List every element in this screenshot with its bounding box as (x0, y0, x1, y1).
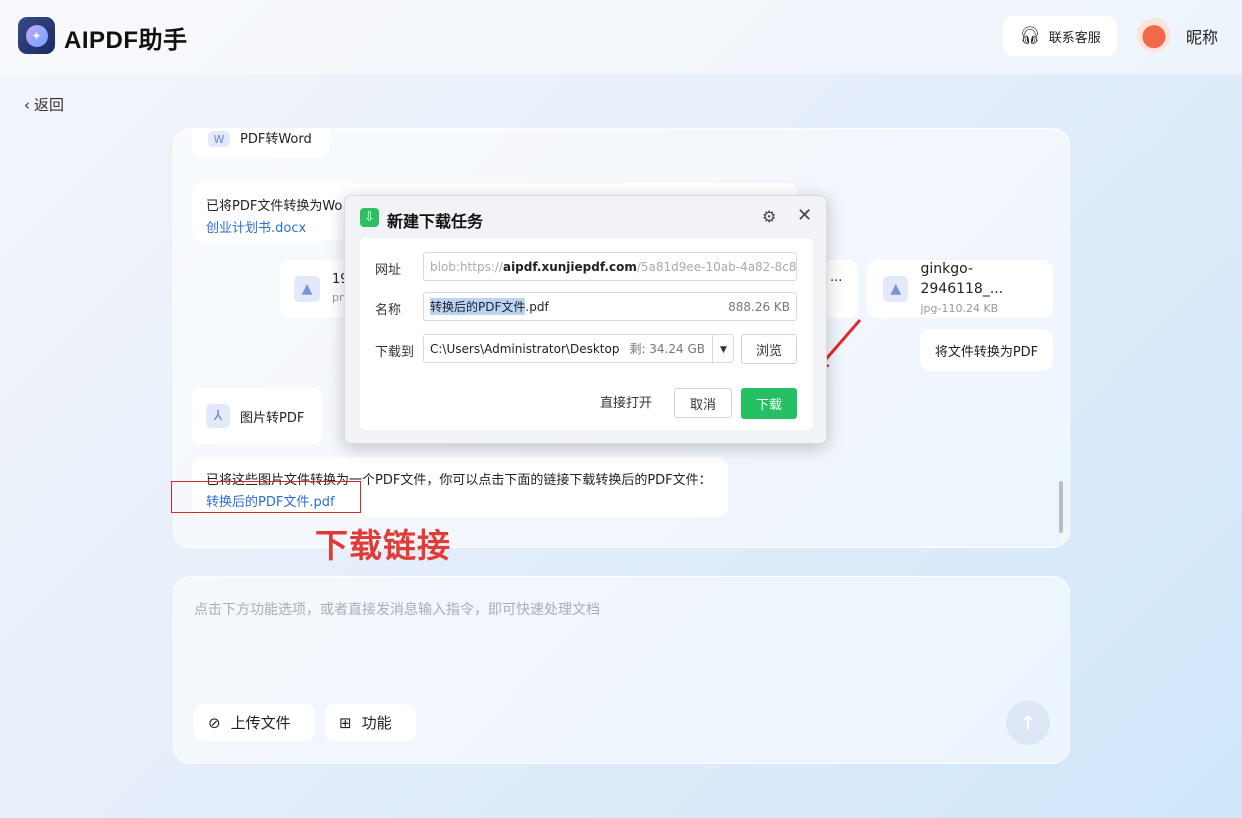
url-field[interactable]: blob:https://aipdf.xunjiepdf.com/5a81d9e… (423, 252, 797, 281)
save-path: C:\Users\Administrator\Desktop (430, 341, 620, 356)
grid-icon: ⊞ (339, 713, 352, 732)
app-title: AIPDF助手 (64, 27, 188, 54)
selected-name-text: 转换后的PDF文件 (430, 298, 526, 315)
chevron-down-icon: ▼ (720, 344, 727, 355)
upload-label: 上传文件 (230, 714, 291, 732)
annotation-highlight-box (171, 481, 361, 513)
sparkle-logo-icon: ✦ (18, 17, 55, 54)
chevron-left-icon: ‹ (24, 95, 30, 114)
paperclip-icon: ⊘ (208, 713, 221, 732)
user-message: 将文件转换为PDF (920, 329, 1053, 371)
top-header: ✦ AIPDF助手 🎧︎ 联系客服 昵称 (0, 0, 1242, 74)
image-file-icon: ▲ (294, 276, 320, 302)
save-to-label: 下载到 (375, 345, 415, 360)
url-prefix: blob:https:// (430, 259, 503, 274)
send-button[interactable]: ↑ (1006, 701, 1050, 745)
tool-chip-label: PDF转Word (240, 132, 312, 147)
cancel-button[interactable]: 取消 (674, 388, 732, 418)
gear-icon[interactable]: ⚙ (762, 207, 776, 226)
open-directly-button[interactable]: 直接打开 (600, 392, 652, 411)
composer-placeholder[interactable]: 点击下方功能选项，或者直接发消息输入指令，即可快速处理文档 (194, 599, 600, 619)
new-download-dialog: ⇩ 新建下载任务 ⚙ ✕ 网址 blob:https://aipdf.xunji… (344, 195, 827, 444)
name-label: 名称 (375, 303, 402, 318)
dialog-body: 网址 blob:https://aipdf.xunjiepdf.com/5a81… (360, 238, 813, 430)
close-icon[interactable]: ✕ (797, 205, 812, 226)
support-label: 联系客服 (1048, 30, 1101, 46)
features-label: 功能 (361, 714, 392, 732)
annotation-label: 下载链接 (315, 526, 451, 565)
tool-chip-image-to-pdf[interactable]: ⅄ 图片转PDF (192, 388, 322, 444)
chat-scrollbar[interactable] (1059, 481, 1063, 533)
pdf-file-icon: ⅄ (206, 404, 230, 428)
download-icon: ⇩ (360, 208, 379, 227)
features-button[interactable]: ⊞ 功能 (325, 704, 416, 741)
free-space: 剩: 34.24 GB (629, 342, 705, 356)
file-name-input[interactable]: 转换后的PDF文件 .pdf 888.26 KB (423, 292, 797, 321)
tool-chip-pdf-to-word[interactable]: w PDF转Word (192, 129, 330, 157)
nickname[interactable]: 昵称 (1186, 24, 1218, 48)
back-button[interactable]: ‹ 返回 (24, 94, 64, 115)
avatar[interactable] (1137, 18, 1171, 52)
url-label: 网址 (375, 263, 402, 278)
contact-support-button[interactable]: 🎧︎ 联系客服 (1003, 16, 1117, 56)
file-size: 888.26 KB (728, 299, 790, 314)
back-label: 返回 (34, 96, 65, 114)
tool-chip-label: 图片转PDF (240, 410, 305, 426)
url-suffix: /5a81d9ee-10ab-4a82-8c85-cfdd3€ (636, 259, 797, 274)
browse-button[interactable]: 浏览 (741, 334, 797, 364)
file-name: ginkgo-2946118_... (920, 261, 1004, 297)
file-name-tail: ... (830, 270, 843, 285)
upload-file-button[interactable]: ⊘ 上传文件 (194, 704, 315, 741)
dialog-title: 新建下载任务 (387, 212, 484, 231)
url-domain: aipdf.xunjiepdf.com (502, 259, 637, 274)
download-button[interactable]: 下载 (741, 388, 797, 419)
arrow-up-icon: ↑ (1019, 711, 1037, 735)
file-card[interactable]: ▲ ginkgo-2946118_... jpg-110.24 KB (867, 260, 1053, 318)
headset-icon: 🎧︎ (1019, 26, 1041, 46)
image-file-icon: ▲ (883, 276, 909, 302)
name-extension: .pdf (525, 299, 549, 314)
path-dropdown-button[interactable]: ▼ (712, 335, 734, 364)
word-file-icon: w (208, 131, 230, 147)
message-composer[interactable]: 点击下方功能选项，或者直接发消息输入指令，即可快速处理文档 ⊘ 上传文件 ⊞ 功… (173, 576, 1070, 764)
file-meta: jpg-110.24 KB (920, 302, 999, 315)
save-path-select[interactable]: C:\Users\Administrator\Desktop 剩: 34.24 … (423, 334, 734, 363)
